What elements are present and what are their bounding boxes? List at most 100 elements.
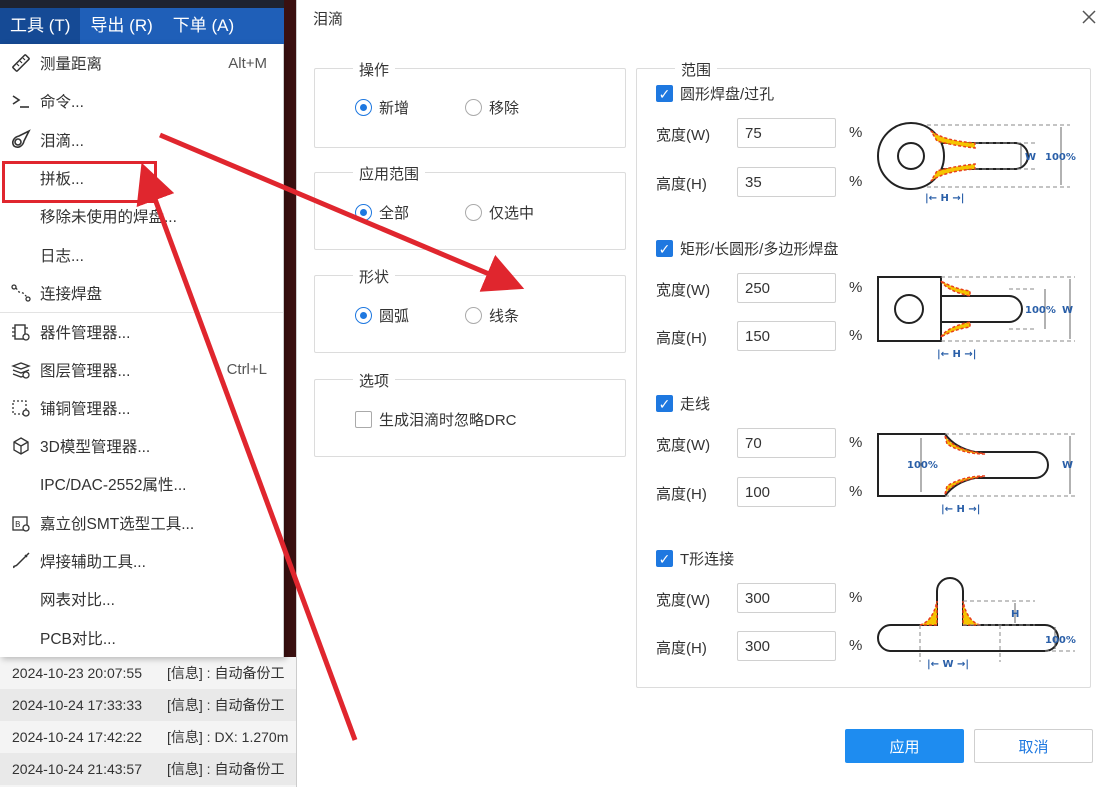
checkbox-label: 矩形/长圆形/多边形焊盘 xyxy=(680,241,839,258)
log-message: [信息] : 自动备份工 xyxy=(167,665,285,681)
height-label: 高度(H) xyxy=(656,330,707,347)
track-height-input[interactable] xyxy=(737,477,836,507)
svg-text:B: B xyxy=(15,520,21,529)
rect-pad-width-input[interactable] xyxy=(737,273,836,303)
percent-sign: % xyxy=(849,124,863,141)
pcb-canvas-strip xyxy=(284,0,296,660)
percent-sign: % xyxy=(849,637,863,654)
log-row: 2024-10-23 20:07:55 [信息] : 自动备份工 xyxy=(0,657,296,689)
track-diagram: 100% W |← H →| xyxy=(877,433,1075,515)
menu-item-label: 器件管理器... xyxy=(40,324,131,342)
menu-item-teardrop[interactable]: 泪滴... xyxy=(0,121,283,159)
command-prompt-icon xyxy=(8,90,34,112)
width-label: 宽度(W) xyxy=(656,282,711,299)
menu-tools[interactable]: 工具 (T) xyxy=(0,8,81,44)
3d-model-icon xyxy=(8,435,34,457)
percent-sign: % xyxy=(849,327,863,344)
group-title: 操作 xyxy=(353,59,396,80)
radio-add[interactable]: 新增 xyxy=(355,97,409,118)
group-title: 选项 xyxy=(353,370,396,391)
copper-pour-icon xyxy=(8,397,34,419)
t-junction-diagram: H 100% |← W →| xyxy=(877,577,1076,670)
log-message: [信息] : 自动备份工 xyxy=(167,697,285,713)
close-icon[interactable] xyxy=(1080,8,1098,26)
t-junction-checkbox[interactable]: T形连接 xyxy=(656,548,734,569)
percent-sign: % xyxy=(849,279,863,296)
full-label: 100% xyxy=(1025,305,1056,316)
round-pad-checkbox[interactable]: 圆形焊盘/过孔 xyxy=(656,83,774,104)
group-title: 形状 xyxy=(353,266,396,287)
checkbox-label: 圆形焊盘/过孔 xyxy=(680,86,775,103)
w-label: W xyxy=(1062,305,1073,316)
menu-bar: 工具 (T) 导出 (R) 下单 (A) xyxy=(0,8,284,44)
menu-item-smt-selection-tool[interactable]: B 嘉立创SMT选型工具... xyxy=(0,504,283,542)
round-pad-diagram: W 100% |← H →| xyxy=(877,122,1076,204)
menu-shortcut: Ctrl+L xyxy=(226,361,267,379)
menu-item-measure-distance[interactable]: 测量距离 Alt+M xyxy=(0,44,283,82)
log-message: [信息] : DX: 1.270m xyxy=(167,729,289,745)
menu-shortcut: Alt+M xyxy=(228,54,267,72)
apply-button[interactable]: 应用 xyxy=(845,729,964,763)
log-row: 2024-10-24 17:42:22 [信息] : DX: 1.270m xyxy=(0,721,296,753)
menu-order[interactable]: 下单 (A) xyxy=(163,8,244,44)
cancel-button[interactable]: 取消 xyxy=(974,729,1093,763)
log-time: 2024-10-24 21:43:57 xyxy=(12,761,142,777)
h-label: |← H →| xyxy=(925,193,964,204)
radio-all[interactable]: 全部 xyxy=(355,202,409,223)
shape-group: 形状 圆弧 线条 xyxy=(314,266,626,353)
t-junction-height-input[interactable] xyxy=(737,631,836,661)
radio-line[interactable]: 线条 xyxy=(465,305,519,326)
menu-item-pcb-compare[interactable]: PCB对比... xyxy=(0,618,283,656)
h-label: |← H →| xyxy=(941,504,980,515)
percent-sign: % xyxy=(849,173,863,190)
tools-dropdown-menu: 测量距离 Alt+M 命令... 泪滴... 拼板... 移除未使用的焊盘...… xyxy=(0,44,284,657)
rect-pad-height-input[interactable] xyxy=(737,321,836,351)
height-label: 高度(H) xyxy=(656,176,707,193)
menu-item-component-manager[interactable]: 器件管理器... xyxy=(0,312,283,350)
width-label: 宽度(W) xyxy=(656,127,711,144)
menu-item-label: 网表对比... xyxy=(40,592,115,610)
percent-sign: % xyxy=(849,589,863,606)
menu-item-label: 日志... xyxy=(40,247,84,265)
soldering-iron-icon xyxy=(8,550,34,572)
menu-item-log[interactable]: 日志... xyxy=(0,235,283,273)
menu-item-connect-pads[interactable]: 连接焊盘 xyxy=(0,274,283,312)
full-label: 100% xyxy=(907,460,938,471)
teardrop-dialog: 泪滴 操作 新增 移除 应用范围 全部 仅选中 形状 圆弧 线条 选项 生成泪滴… xyxy=(296,0,1110,787)
menu-item-command[interactable]: 命令... xyxy=(0,82,283,120)
smt-tool-icon: B xyxy=(8,512,34,534)
width-label: 宽度(W) xyxy=(656,592,711,609)
radio-arc[interactable]: 圆弧 xyxy=(355,305,409,326)
percent-sign: % xyxy=(849,483,863,500)
checkbox-label: 生成泪滴时忽略DRC xyxy=(379,412,517,429)
menu-item-layer-manager[interactable]: 图层管理器... Ctrl+L xyxy=(0,350,283,388)
layer-manager-icon xyxy=(8,359,34,381)
radio-remove[interactable]: 移除 xyxy=(465,97,519,118)
range-group: 范围 圆形焊盘/过孔 宽度(W) % 高度(H) % W 100% |← H →… xyxy=(636,59,1091,688)
w-label: |← W →| xyxy=(927,659,969,670)
menu-item-3d-model-manager[interactable]: 3D模型管理器... xyxy=(0,427,283,465)
log-time: 2024-10-24 17:42:22 xyxy=(12,729,142,745)
radio-label: 圆弧 xyxy=(379,308,410,325)
log-time: 2024-10-24 17:33:33 xyxy=(12,697,142,713)
radio-label: 仅选中 xyxy=(489,205,535,222)
menu-item-copper-pour-manager[interactable]: 铺铜管理器... xyxy=(0,389,283,427)
radio-selected-only[interactable]: 仅选中 xyxy=(465,202,534,223)
track-width-input[interactable] xyxy=(737,428,836,458)
menu-export[interactable]: 导出 (R) xyxy=(80,8,162,44)
rect-pad-diagram: 100% W |← H →| xyxy=(877,276,1075,360)
full-label: 100% xyxy=(1045,635,1076,646)
t-junction-width-input[interactable] xyxy=(737,583,836,613)
menu-item-ipc-dac-properties[interactable]: IPC/DAC-2552属性... xyxy=(0,465,283,503)
menu-item-netlist-compare[interactable]: 网表对比... xyxy=(0,580,283,618)
round-pad-width-input[interactable] xyxy=(737,118,836,148)
width-label: 宽度(W) xyxy=(656,437,711,454)
log-row: 2024-10-24 17:33:33 [信息] : 自动备份工 xyxy=(0,689,296,721)
log-row: 2024-10-24 21:43:57 [信息] : 自动备份工 xyxy=(0,753,296,785)
round-pad-height-input[interactable] xyxy=(737,167,836,197)
menu-item-soldering-assistant[interactable]: 焊接辅助工具... xyxy=(0,542,283,580)
track-checkbox[interactable]: 走线 xyxy=(656,393,710,414)
radio-label: 线条 xyxy=(489,308,520,325)
ignore-drc-checkbox[interactable]: 生成泪滴时忽略DRC xyxy=(355,409,517,430)
rect-pad-checkbox[interactable]: 矩形/长圆形/多边形焊盘 xyxy=(656,238,838,259)
